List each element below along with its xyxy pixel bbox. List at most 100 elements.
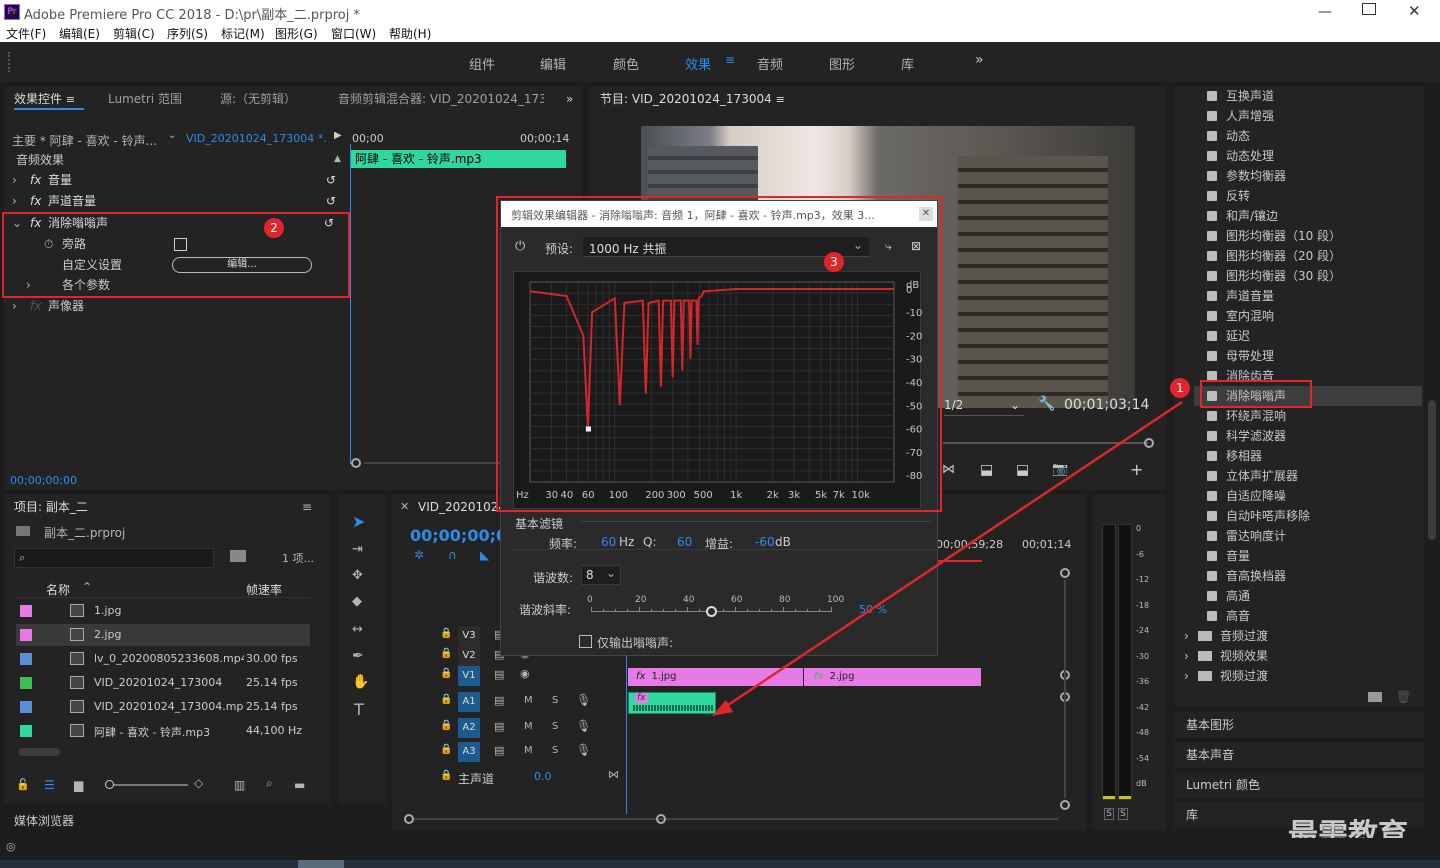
expand-chevron-icon[interactable]: › [12,170,17,190]
track-lock-icon[interactable]: 🔒 [440,744,452,755]
effect-item[interactable]: 高音 [1194,606,1422,626]
workspace-tab-6[interactable]: 库 [901,54,914,73]
side-panel-tab[interactable]: Lumetri 颜色 [1174,772,1424,798]
menu-item-5[interactable]: 图形(G) [275,25,318,42]
track-lock-icon[interactable]: 🔒 [440,770,452,781]
track-lock-icon[interactable]: 🔒 [440,668,452,679]
effect-row-channel-volume[interactable]: › fx 声道音量 ↺ [4,191,346,211]
expand-chevron-icon[interactable]: › [1184,666,1189,686]
effect-item[interactable]: 图形均衡器（30 段） [1194,266,1422,286]
solo-toggle[interactable]: S [552,745,558,756]
close-icon[interactable]: ✕ [1408,2,1421,20]
effect-item[interactable]: 动态 [1194,126,1422,146]
close-tab-icon[interactable]: ✕ [400,500,409,513]
solo-left[interactable]: S [1104,808,1114,820]
effects-scrollbar[interactable] [1428,400,1436,540]
workspace-overflow-icon[interactable]: » [975,52,984,68]
list-view-icon[interactable]: ☰ [44,778,55,792]
lock-icon[interactable]: 🔓 [16,778,30,791]
effect-item[interactable]: 雷达响度计 [1194,526,1422,546]
track-select-icon[interactable]: ⇥ [352,542,363,557]
effect-item[interactable]: 和声/镶边 [1194,206,1422,226]
col-fps-header[interactable]: 帧速率 [246,581,282,598]
reset-icon[interactable]: ↺ [326,191,336,211]
marker-icon[interactable]: ◣ [480,548,489,562]
effect-item[interactable]: 延迟 [1194,326,1422,346]
menu-item-4[interactable]: 标记(M) [221,25,265,42]
sort-icon[interactable]: ◇ [194,776,203,790]
horizontal-scroll-left[interactable] [404,814,414,824]
effect-item[interactable]: 声道音量 [1194,286,1422,306]
master-track-value[interactable]: 0.0 [534,770,552,783]
hand-icon[interactable]: ✋ [352,674,369,690]
mute-toggle[interactable]: M [524,721,533,732]
project-item-row[interactable]: 阿肆 - 喜欢 - 铃声.mp3 44,100 Hz [16,720,310,742]
menu-item-7[interactable]: 帮助(H) [389,25,431,42]
program-title[interactable]: 节目: VID_20201024_173004 ≡ [600,86,785,112]
eye-icon[interactable]: ◉ [520,667,530,680]
camera-icon[interactable]: 📷 [1052,462,1068,477]
effect-item[interactable]: 人声增强 [1194,106,1422,126]
effect-item[interactable]: 科学滤波器 [1194,426,1422,446]
effect-item[interactable]: 自适应降噪 [1194,486,1422,506]
audio-clip-a1[interactable]: fx [628,692,716,714]
effect-folder[interactable]: › 视频效果 [1182,646,1422,666]
solo-toggle[interactable]: S [552,695,558,706]
workspace-tab-1[interactable]: 编辑 [540,54,566,73]
zoom-select[interactable]: 1/2 ⌄ [944,398,1024,416]
track-lock-icon[interactable]: 🔒 [440,628,452,639]
media-browser-tab[interactable]: 媒体浏览器 [14,812,74,829]
wrench-icon[interactable]: 🔧 [1038,396,1055,412]
pen-icon[interactable]: ✒ [352,648,364,664]
mini-playhead[interactable] [350,144,351,464]
q-value[interactable]: 60 [677,535,692,549]
menu-item-2[interactable]: 剪辑(C) [113,25,155,42]
track-target-a2[interactable]: A2 [458,718,480,738]
workspace-tab-0[interactable]: 组件 [469,54,495,73]
track-sync-icon[interactable]: ▤ [494,744,504,757]
project-item-row[interactable]: 2.jpg [16,624,310,646]
mute-toggle[interactable]: M [524,745,533,756]
effect-item[interactable]: 立体声扩展器 [1194,466,1422,486]
panel-overflow-icon[interactable]: » [566,92,573,106]
vertical-scroll-track[interactable] [1064,580,1066,798]
master-clip-label[interactable]: 主要 * 阿肆 - 喜欢 - 铃声... [12,132,162,149]
label-color-swatch[interactable] [20,629,32,641]
label-color-swatch[interactable] [20,725,32,737]
frequency-value[interactable]: 60 [601,535,616,549]
new-bin-icon[interactable] [230,550,246,562]
menu-item-1[interactable]: 编辑(E) [59,25,100,42]
workspace-tab-3[interactable]: 效果 [685,54,711,73]
tab-lumetri-scopes[interactable]: Lumetri 范围 [108,86,182,112]
effect-item[interactable]: 参数均衡器 [1194,166,1422,186]
effect-item[interactable]: 母带处理 [1194,346,1422,366]
project-title[interactable]: 项目: 副本_二 [14,494,88,520]
effect-row-volume[interactable]: › fx 音量 ↺ [4,170,346,190]
mini-scroll-handle[interactable] [351,458,361,468]
effect-item[interactable]: 动态处理 [1194,146,1422,166]
label-color-swatch[interactable] [20,677,32,689]
effect-folder[interactable]: › 音频过渡 [1182,626,1422,646]
extract-icon[interactable]: ⬓ [1016,462,1029,478]
mini-scrollbar[interactable] [364,462,504,464]
new-custom-bin-icon[interactable] [1368,692,1382,702]
workspace-tab-2[interactable]: 颜色 [613,54,639,73]
scrub-end-handle[interactable] [1144,438,1154,448]
restore-icon[interactable] [1362,3,1376,15]
track-sync-icon[interactable]: ▤ [494,720,504,733]
track-lock-icon[interactable]: 🔒 [440,694,452,705]
workspace-tab-5[interactable]: 图形 [829,54,855,73]
zoom-slider[interactable] [105,780,188,789]
program-scrubber[interactable] [943,442,1148,444]
effect-item[interactable]: 图形均衡器（10 段） [1194,226,1422,246]
side-panel-tab[interactable]: 基本声音 [1174,742,1424,768]
clip-2-jpg[interactable]: fx 2.jpg [804,668,981,686]
project-item-row[interactable]: lv_0_20200805233608.mp4 30.00 fps [16,648,310,670]
project-scrollbar[interactable] [18,748,60,756]
harmonics-dropdown[interactable]: 8 ⌄ [581,565,621,585]
effect-row-panner[interactable]: › fx 声像器 [4,296,346,316]
menu-item-0[interactable]: 文件(F) [6,25,46,42]
expand-chevron-icon[interactable]: › [12,191,17,211]
work-area-bar[interactable] [936,560,982,562]
clip-1-jpg[interactable]: fx 1.jpg [628,668,803,686]
